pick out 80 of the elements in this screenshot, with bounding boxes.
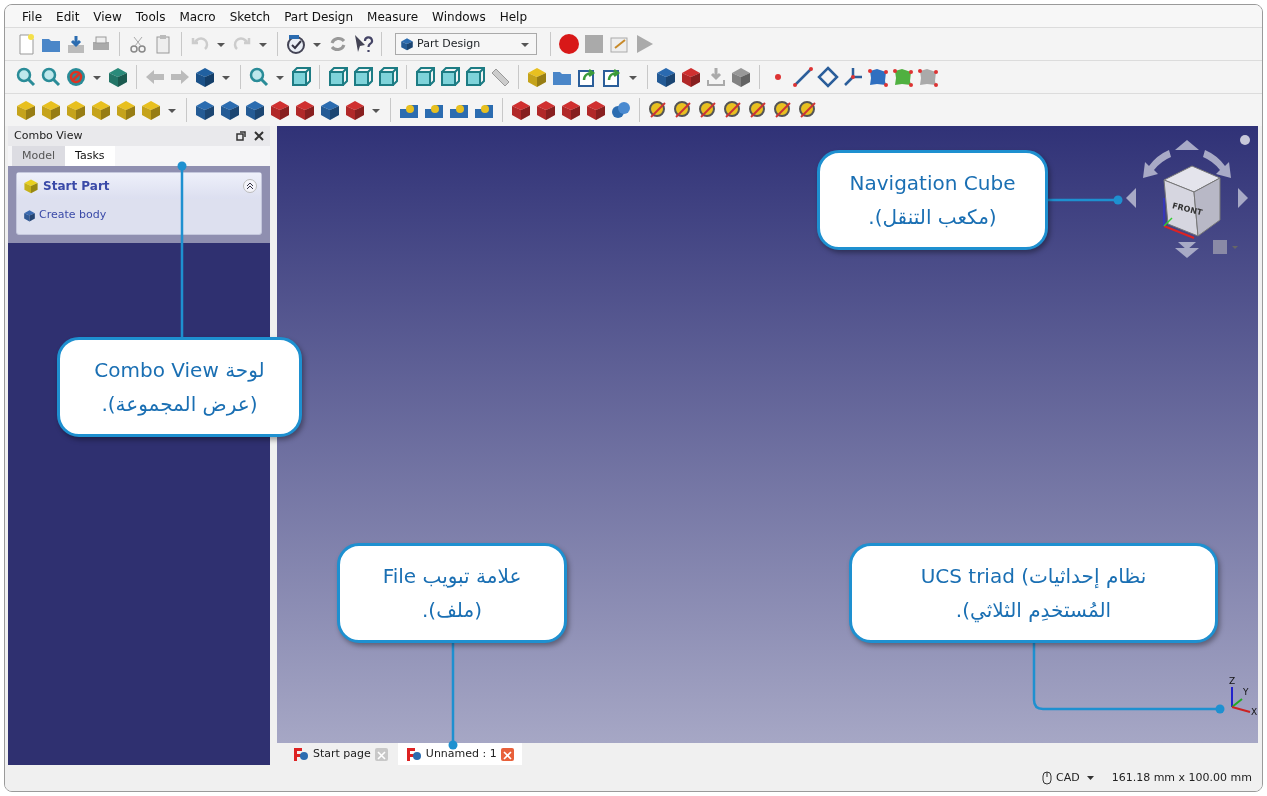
cube-icon[interactable] (730, 66, 752, 88)
document-tab[interactable]: Unnamed : 1 (397, 743, 522, 765)
magnifier-icon[interactable] (248, 66, 270, 88)
view-rotation-arrows-icon[interactable] (1126, 140, 1248, 258)
dimensions-label: 161.18 mm x 100.00 mm (1111, 769, 1252, 786)
axis-label: X (1251, 707, 1258, 717)
wireframe-cube-icon[interactable] (290, 66, 312, 88)
cube-icon[interactable] (244, 99, 266, 121)
cube-icon[interactable] (535, 99, 557, 121)
menu-dot-icon[interactable] (1240, 135, 1250, 145)
task-action-link[interactable]: Create body (17, 199, 113, 234)
spheres-icon[interactable] (610, 99, 632, 121)
wireframe-cube-icon[interactable] (327, 66, 349, 88)
check-circle-icon[interactable] (285, 33, 307, 55)
wireframe-cube-icon[interactable] (352, 66, 374, 88)
mouse-icon (1041, 771, 1052, 785)
callout: UCS triad (نظام إحداثيات المُستخدِم الثلاثي). (849, 543, 1218, 643)
wireframe-cube-icon[interactable] (464, 66, 486, 88)
task-title: Start Part (43, 178, 110, 195)
workbench-dropdown[interactable]: Part Design (395, 33, 537, 55)
cube-icon[interactable] (194, 66, 216, 88)
freecad-logo-icon (405, 747, 422, 761)
cube-icon[interactable] (269, 99, 291, 121)
cube-icon[interactable] (585, 99, 607, 121)
cube-icon[interactable] (319, 99, 341, 121)
menu-item[interactable]: Part Design (277, 8, 361, 27)
cube-icon[interactable] (344, 99, 366, 121)
wireframe-cube-icon[interactable] (414, 66, 436, 88)
cube-icon[interactable] (194, 99, 216, 121)
menu-item[interactable]: View (86, 8, 129, 27)
menu-item[interactable]: Macro (172, 8, 223, 27)
no-entry-icon[interactable] (65, 66, 87, 88)
cube-icon[interactable] (107, 66, 129, 88)
menu-item[interactable]: Sketch (222, 8, 278, 27)
line-icon[interactable] (792, 66, 814, 88)
magnifier-icon[interactable] (40, 66, 62, 88)
ruler-icon[interactable] (489, 66, 511, 88)
collapse-icon[interactable] (243, 179, 257, 193)
menu-item[interactable]: File (15, 8, 50, 27)
menu-item[interactable]: Windows (425, 8, 493, 27)
document-tab[interactable]: Start page (285, 743, 396, 765)
wireframe-cube-icon[interactable] (439, 66, 461, 88)
cursor-question-icon[interactable] (352, 33, 374, 55)
magnifier-icon[interactable] (15, 66, 37, 88)
cube-icon[interactable] (560, 99, 582, 121)
menu-item[interactable]: Edit (49, 8, 87, 27)
cube-icon[interactable] (510, 99, 532, 121)
axis-label: Y (1243, 687, 1249, 697)
body-icon[interactable] (23, 208, 36, 222)
view-menu-icon[interactable] (1213, 240, 1238, 254)
cube-icon[interactable] (294, 99, 316, 121)
navigation-style-dropdown[interactable]: CAD (1041, 769, 1096, 787)
view-down-arrow-icon[interactable] (1178, 242, 1196, 250)
axis-triad-drawing (1231, 686, 1251, 713)
cube-icon[interactable] (680, 66, 702, 88)
menu-item[interactable]: Measure (360, 8, 426, 27)
panel-tab[interactable]: Model (12, 145, 66, 166)
menu-item[interactable]: Help (492, 8, 535, 27)
y-shape-icon[interactable] (842, 66, 864, 88)
navigation-cube-drawing[interactable] (1163, 165, 1221, 237)
menu-item[interactable]: Tools (128, 8, 173, 27)
cube-icon[interactable] (400, 37, 414, 51)
undock-icon[interactable] (236, 131, 246, 141)
cube-face-label: FRONT (1171, 201, 1204, 218)
surface-icon[interactable] (892, 66, 914, 88)
record-icon[interactable] (558, 33, 580, 55)
panel-title: Combo View (14, 127, 83, 144)
callout: لوحة Combo View (عرض المجموعة). (57, 337, 302, 437)
freecad-logo-icon (293, 747, 309, 761)
axis-label: Z (1229, 677, 1236, 686)
wireframe-cube-icon[interactable] (377, 66, 399, 88)
surface-icon[interactable] (917, 66, 939, 88)
callout: علامة تبويب File (ملف). (337, 543, 567, 643)
panel-tab[interactable]: Tasks (65, 145, 115, 166)
surface-icon[interactable] (867, 66, 889, 88)
close-icon[interactable] (254, 131, 264, 141)
diamond-icon[interactable] (817, 66, 839, 88)
save-icon[interactable] (65, 33, 87, 55)
cube-icon[interactable] (219, 99, 241, 121)
cube-icon[interactable] (655, 66, 677, 88)
